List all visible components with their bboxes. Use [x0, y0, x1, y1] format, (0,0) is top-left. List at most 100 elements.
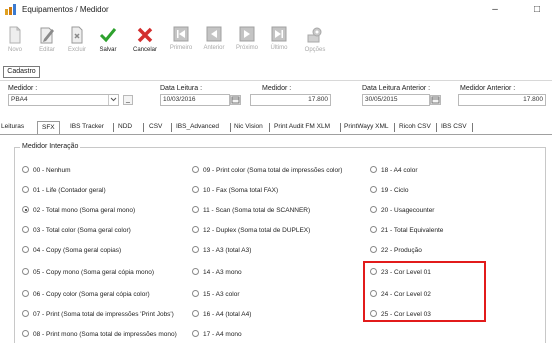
radio-icon: [192, 226, 199, 233]
maximize-button[interactable]: □: [526, 2, 548, 17]
radio-option[interactable]: 06 - Copy color (Soma geral cópia color): [22, 290, 150, 298]
tabs-row: Leituras SFX IBS Tracker NDD CSV IBS_Adv…: [0, 121, 552, 134]
radio-icon: [192, 330, 199, 337]
radio-icon: [22, 246, 29, 253]
radio-option[interactable]: 22 - Produção: [370, 246, 422, 254]
radio-option[interactable]: 15 - A3 color: [192, 290, 240, 298]
new-label: Novo: [7, 47, 22, 53]
medidor-anterior-label: Medidor Anterior :: [460, 85, 516, 92]
next-button[interactable]: Próximo: [232, 22, 262, 66]
radio-icon: [22, 268, 29, 275]
radio-option[interactable]: 19 - Ciclo: [370, 186, 408, 194]
first-label: Primeiro: [169, 45, 193, 51]
radio-option[interactable]: 10 - Fax (Soma total FAX): [192, 186, 278, 194]
data-leitura-anterior-field[interactable]: 30/05/2015: [362, 94, 430, 106]
minimize-button[interactable]: –: [484, 2, 506, 17]
highlight-box: [363, 261, 486, 322]
tab-csv[interactable]: CSV: [149, 123, 162, 130]
app-logo-icon: [5, 4, 16, 15]
radio-icon: [22, 166, 29, 173]
radio-option[interactable]: 11 - Scan (Soma total de SCANNER): [192, 206, 310, 214]
edit-button[interactable]: Editar: [32, 22, 62, 66]
previous-button[interactable]: Anterior: [199, 22, 229, 66]
tab-nic-vision[interactable]: Nic Vision: [234, 123, 263, 130]
calendar-icon[interactable]: [430, 95, 441, 105]
medidor-select[interactable]: PBA4: [8, 94, 119, 106]
cancel-button[interactable]: Cancelar: [130, 22, 160, 66]
tab-separator: [269, 123, 270, 132]
radio-option[interactable]: 20 - Usagecounter: [370, 206, 434, 214]
tab-separator: [340, 123, 341, 132]
options-button[interactable]: Opções: [300, 22, 330, 66]
radio-option[interactable]: 18 - A4 color: [370, 166, 418, 174]
tab-leituras[interactable]: Leituras: [1, 123, 24, 130]
chevron-down-icon[interactable]: [108, 95, 118, 105]
radio-icon: [192, 310, 199, 317]
tab-ibs-advanced[interactable]: IBS_Advanced: [176, 123, 219, 130]
save-label: Salvar: [99, 47, 117, 53]
radio-icon: [22, 290, 29, 297]
radio-option[interactable]: 01 - Life (Contador geral): [22, 186, 106, 194]
save-button[interactable]: Salvar: [93, 22, 123, 66]
options-label: Opções: [304, 47, 326, 53]
medidor-field[interactable]: 17.800: [250, 94, 331, 106]
edit-icon: [40, 27, 54, 44]
radio-option[interactable]: 00 - Nenhum: [22, 166, 71, 174]
medidor-anterior-field[interactable]: 17.800: [458, 94, 546, 106]
radio-icon: [370, 246, 377, 253]
radio-option[interactable]: 05 - Copy mono (Soma geral cópia mono): [22, 268, 154, 276]
toolbar: Novo Editar Excluir Salvar Cancelar Prim…: [0, 22, 552, 66]
radio-icon: [370, 166, 377, 173]
tab-separator: [143, 123, 144, 132]
title-bar: Equipamentos / Medidor – □: [0, 0, 552, 20]
data-leitura-anterior-label: Data Leitura Anterior :: [362, 85, 431, 92]
tab-separator: [113, 123, 114, 132]
calendar-icon[interactable]: [230, 95, 241, 105]
tab-ricoh-csv[interactable]: Ricoh CSV: [399, 123, 431, 130]
radio-icon: [370, 206, 377, 213]
previous-icon: [206, 26, 222, 42]
group-title: Medidor Interação: [20, 143, 81, 150]
radio-option[interactable]: 08 - Print mono (Soma total de impressõe…: [22, 330, 177, 338]
radio-icon: [22, 330, 29, 337]
window-title: Equipamentos / Medidor: [22, 5, 109, 14]
last-icon: [271, 26, 287, 42]
options-icon: [307, 27, 322, 43]
tab-ibs-tracker[interactable]: IBS Tracker: [70, 123, 104, 130]
delete-button[interactable]: Excluir: [62, 22, 92, 66]
delete-label: Excluir: [67, 47, 86, 53]
last-button[interactable]: Último: [264, 22, 294, 66]
delete-icon: [71, 26, 83, 44]
tab-print-audit[interactable]: Print Audit FM XLM: [274, 123, 330, 130]
first-button[interactable]: Primeiro: [166, 22, 196, 66]
radio-option[interactable]: 16 - A4 (total A4): [192, 310, 251, 318]
radio-icon: [192, 206, 199, 213]
radio-icon: [22, 186, 29, 193]
cancel-x-icon: [137, 27, 153, 43]
cadastro-tab[interactable]: Cadastro: [3, 66, 40, 78]
radio-option[interactable]: 07 - Print (Soma total de impressões 'Pr…: [22, 310, 174, 318]
new-button[interactable]: Novo: [0, 22, 30, 66]
radio-icon: [370, 186, 377, 193]
radio-option[interactable]: 17 - A4 mono: [192, 330, 242, 338]
radio-option[interactable]: 14 - A3 mono: [192, 268, 242, 276]
tab-separator: [394, 123, 395, 132]
tab-sfx[interactable]: SFX: [37, 121, 60, 134]
radio-option[interactable]: 21 - Total Equivalente: [370, 226, 443, 234]
radio-icon: [192, 290, 199, 297]
tab-ibs-csv[interactable]: IBS CSV: [441, 123, 467, 130]
radio-option[interactable]: 04 - Copy (Soma geral copias): [22, 246, 121, 254]
radio-option[interactable]: 03 - Total color (Soma geral color): [22, 226, 131, 234]
radio-icon: [192, 268, 199, 275]
data-leitura-field[interactable]: 10/03/2016: [160, 94, 230, 106]
radio-option[interactable]: 13 - A3 (total A3): [192, 246, 251, 254]
radio-option[interactable]: 09 - Print color (Soma total de impressõ…: [192, 166, 342, 174]
tab-ndd[interactable]: NDD: [118, 123, 132, 130]
radio-option[interactable]: 02 - Total mono (Soma geral mono): [22, 206, 135, 214]
radio-icon: [370, 226, 377, 233]
next-label: Próximo: [235, 45, 258, 51]
clear-button[interactable]: _: [123, 95, 133, 105]
new-doc-icon: [9, 26, 21, 44]
radio-option[interactable]: 12 - Duplex (Soma total de DUPLEX): [192, 226, 310, 234]
tab-printwayy-xml[interactable]: PrintWayy XML: [344, 123, 389, 130]
